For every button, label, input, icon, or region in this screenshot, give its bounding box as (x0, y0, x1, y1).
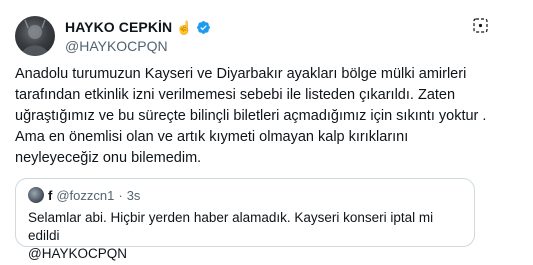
author-header: HAYKO CEPKİN ☝ @HAYKOCPQN (65, 18, 211, 54)
tweet-text: Anadolu turumuzun Kayseri ve Diyarbakır … (15, 64, 515, 169)
pointing-up-emoji: ☝ (176, 19, 193, 35)
quoted-avatar[interactable] (28, 187, 44, 203)
tweet-line: Anadolu turumuzun Kayseri ve Diyarbakır … (15, 66, 467, 82)
display-name[interactable]: HAYKO CEPKİN (65, 19, 172, 35)
verified-badge-icon (197, 20, 211, 34)
quoted-tweet-header: f @fozzcn1 · 3s (28, 187, 140, 203)
author-handle[interactable]: @HAYKOCPQN (65, 38, 211, 54)
quoted-timestamp[interactable]: 3s (127, 188, 141, 203)
name-row: HAYKO CEPKİN ☝ (65, 18, 211, 36)
quoted-tweet[interactable]: f @fozzcn1 · 3s Selamlar abi. Hiçbir yer… (15, 178, 475, 261)
tweet-line: neyleyeceğiz onu bilemedim. (15, 150, 202, 166)
quoted-tweet-text: Selamlar abi. Hiçbir yerden haber alamad… (28, 209, 468, 263)
quoted-display-name[interactable]: f (48, 188, 52, 203)
more-options-icon[interactable] (472, 17, 489, 34)
separator-dot: · (118, 187, 123, 203)
tweet-line: Ama en önemlisi olan ve artık kıymeti ol… (15, 129, 409, 145)
quoted-line: @HAYKOCPQN (28, 246, 127, 261)
avatar[interactable] (15, 16, 55, 56)
quoted-line: Selamlar abi. Hiçbir yerden haber alamad… (28, 210, 434, 243)
quoted-handle[interactable]: @fozzcn1 (56, 188, 114, 203)
tweet-line: uğraştığımız ve bu süreçte bilinçli bile… (15, 108, 487, 124)
tweet-line: tarafından etkinlik izni verilmemesi seb… (15, 87, 456, 103)
